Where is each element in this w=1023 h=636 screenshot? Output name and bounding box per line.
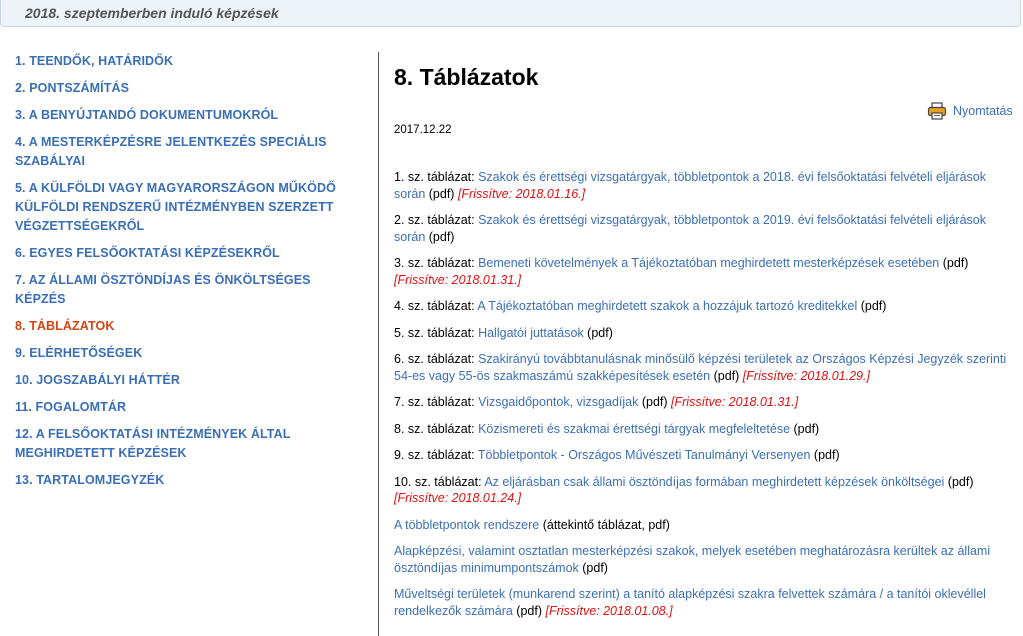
entry-link[interactable]: Szakirányú továbbtanulásnak minősülő kép… xyxy=(394,352,1006,383)
publish-date: 2017.12.22 xyxy=(394,124,452,136)
entry-prefix: 4. sz. táblázat: xyxy=(394,299,478,313)
list-item: Alapképzési, valamint osztatlan mesterké… xyxy=(394,543,1019,576)
list-item: 6. sz. táblázat: Szakirányú továbbtanulá… xyxy=(394,351,1019,384)
entry-suffix: (pdf) xyxy=(425,229,455,244)
sidebar-item-elerhetosegek[interactable]: 9. ELÉRHETŐSÉGEK xyxy=(15,344,360,363)
entry-suffix: (pdf) xyxy=(638,395,672,409)
table-list: 1. sz. táblázat: Szakok és érettségi viz… xyxy=(394,169,1019,629)
sidebar-item-intezmenyek[interactable]: 12. A FELSŐOKTATÁSI INTÉZMÉNYEK ÁLTAL ME… xyxy=(15,425,360,463)
entry-updated: [Frissítve: 2018.01.31.] xyxy=(671,395,799,409)
entry-link[interactable]: Az eljárásban csak állami ösztöndíjas fo… xyxy=(484,475,944,489)
printer-icon xyxy=(927,102,947,120)
sidebar-item-dokumentumok[interactable]: 3. A BENYÚJTANDÓ DOKUMENTUMOKRÓL xyxy=(15,106,360,125)
entry-prefix: 8. sz. táblázat: xyxy=(394,421,479,436)
entry-link[interactable]: Hallgatói juttatások xyxy=(478,326,584,340)
list-item: 8. sz. táblázat: Közismereti és szakmai … xyxy=(394,421,1019,438)
entry-updated: [Frissítve: 2018.01.16.] xyxy=(457,186,586,201)
list-item: 5. sz. táblázat: Hallgatói juttatások (p… xyxy=(394,325,1019,342)
entry-suffix: (pdf) xyxy=(583,325,613,340)
list-item: 4. sz. táblázat: A Tájékoztatóban meghir… xyxy=(394,298,1019,315)
entry-link[interactable]: Vizsgaidőpontok, vizsgadíjak xyxy=(478,395,638,409)
header-title: 2018. szeptemberben induló képzések xyxy=(25,5,279,21)
entry-prefix: 2. sz. táblázat: xyxy=(394,213,479,227)
entry-updated: [Frissítve: 2018.01.31.] xyxy=(394,272,522,287)
list-item: 7. sz. táblázat: Vizsgaidőpontok, vizsga… xyxy=(394,394,1019,411)
entry-suffix: (pdf) xyxy=(578,560,608,575)
entry-suffix: (pdf) xyxy=(710,368,743,383)
entry-suffix: (pdf) xyxy=(857,299,887,313)
entry-updated: [Frissítve: 2018.01.29.] xyxy=(742,368,870,383)
list-item: 10. sz. táblázat: Az eljárásban csak áll… xyxy=(394,474,1019,507)
entry-suffix: (pdf) xyxy=(425,186,458,201)
entry-updated: [Frissítve: 2018.01.24.] xyxy=(394,491,522,505)
entry-prefix: 6. sz. táblázat: xyxy=(394,352,479,366)
entry-suffix: (pdf) xyxy=(810,448,840,462)
entry-suffix: (pdf) xyxy=(790,421,820,436)
sidebar-item-osztondij[interactable]: 7. AZ ÁLLAMI ÖSZTÖNDÍJAS ÉS ÖNKÖLTSÉGES … xyxy=(15,271,360,309)
sidebar: 1. TEENDŐK, HATÁRIDŐK 2. PONTSZÁMÍTÁS 3.… xyxy=(15,52,360,498)
column-divider xyxy=(378,52,379,636)
entry-link[interactable]: A többletpontok rendszere xyxy=(394,518,539,532)
entry-suffix: (pdf) xyxy=(939,256,969,270)
entry-link[interactable]: Alapképzési, valamint osztatlan mesterké… xyxy=(394,544,990,575)
sidebar-item-mesterkepzes[interactable]: 4. A MESTERKÉPZÉSRE JELENTKEZÉS SPECIÁLI… xyxy=(15,133,360,171)
sidebar-item-fogalomtar[interactable]: 11. FOGALOMTÁR xyxy=(15,398,360,417)
entry-link[interactable]: A Tájékoztatóban meghirdetett szakok a h… xyxy=(477,299,857,313)
print-label: Nyomtatás xyxy=(953,104,1013,118)
sidebar-item-pontszamitas[interactable]: 2. PONTSZÁMÍTÁS xyxy=(15,79,360,98)
entry-suffix: (pdf) xyxy=(944,474,974,489)
list-item: 1. sz. táblázat: Szakok és érettségi viz… xyxy=(394,169,1019,202)
sidebar-item-jogszabaly[interactable]: 10. JOGSZABÁLYI HÁTTÉR xyxy=(15,371,360,390)
entry-prefix: 5. sz. táblázat: xyxy=(394,325,479,340)
list-item: 3. sz. táblázat: Bemeneti követelmények … xyxy=(394,255,1019,288)
entry-updated: [Frissítve: 2018.01.08.] xyxy=(545,603,673,618)
entry-prefix: 7. sz. táblázat: xyxy=(394,395,479,409)
sidebar-item-felsooktatasi[interactable]: 6. EGYES FELSŐOKTATÁSI KÉPZÉSEKRŐL xyxy=(15,244,360,263)
sidebar-item-teendok[interactable]: 1. TEENDŐK, HATÁRIDŐK xyxy=(15,52,360,71)
print-button[interactable]: Nyomtatás xyxy=(927,102,1013,120)
sidebar-item-tartalomjegyzek[interactable]: 13. TARTALOMJEGYZÉK xyxy=(15,471,360,490)
entry-link[interactable]: Többletpontok - Országos Művészeti Tanul… xyxy=(478,448,811,462)
entry-link[interactable]: Bemeneti követelmények a Tájékoztatóban … xyxy=(478,256,939,270)
entry-suffix: (áttekintő táblázat, pdf) xyxy=(539,517,670,532)
header-bar: 2018. szeptemberben induló képzések xyxy=(0,0,1021,27)
list-item: A többletpontok rendszere (áttekintő táb… xyxy=(394,517,1019,534)
entry-prefix: 9. sz. táblázat: xyxy=(394,448,478,462)
list-item: 9. sz. táblázat: Többletpontok - Országo… xyxy=(394,447,1019,464)
page-title: 8. Táblázatok xyxy=(394,64,539,90)
sidebar-item-kulfoldi[interactable]: 5. A KÜLFÖLDI VAGY MAGYARORSZÁGON MŰKÖDŐ… xyxy=(15,179,360,236)
entry-link[interactable]: Szakok és érettségi vizsgatárgyak, többl… xyxy=(394,213,986,244)
entry-link[interactable]: Műveltségi területek (munkarend szerint)… xyxy=(394,587,986,618)
entry-suffix: (pdf) xyxy=(512,603,546,618)
entry-prefix: 1. sz. táblázat: xyxy=(394,170,479,184)
main-content: 8. Táblázatok Nyomtatás 2017.12.22 1. sz… xyxy=(394,62,1019,618)
sidebar-item-tablazatok[interactable]: 8. TÁBLÁZATOK xyxy=(15,317,360,336)
entry-link[interactable]: Közismereti és szakmai érettségi tárgyak… xyxy=(478,422,790,436)
entry-prefix: 10. sz. táblázat: xyxy=(394,474,485,489)
list-item: Műveltségi területek (munkarend szerint)… xyxy=(394,586,1019,619)
entry-prefix: 3. sz. táblázat: xyxy=(394,256,479,270)
list-item: 2. sz. táblázat: Szakok és érettségi viz… xyxy=(394,212,1019,245)
